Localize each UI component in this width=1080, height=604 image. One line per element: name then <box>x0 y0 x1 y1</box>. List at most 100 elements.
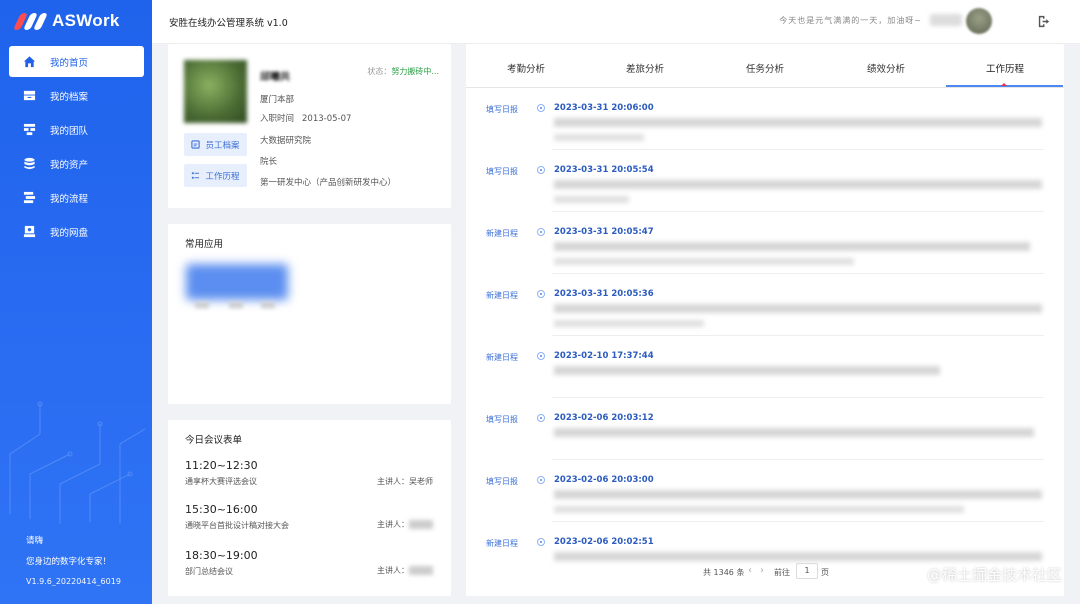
list-icon <box>192 172 200 179</box>
entry-content-blurred <box>554 134 644 141</box>
tab-work-history[interactable]: 工作历程 <box>986 61 1024 75</box>
work-history-button[interactable]: 工作历程 <box>184 164 247 187</box>
analysis-tabs: 考勤分析 差旅分析 任务分析 绩效分析 工作历程 <box>466 44 1064 88</box>
page-unit-label: 页 <box>821 568 829 577</box>
profile-card: 员工档案 工作历程 邱曦共 状态：努力搬砖中... 厦门本部 入职时间 2013-… <box>168 44 451 208</box>
entry-time: 2023-02-10 17:37:44 <box>554 351 654 361</box>
prev-page-icon[interactable]: ‹ <box>748 565 752 576</box>
analysis-panel: 考勤分析 差旅分析 任务分析 绩效分析 工作历程 填写日报 2023-03-31… <box>466 44 1064 596</box>
logout-icon[interactable] <box>1037 15 1050 28</box>
next-page-icon[interactable]: › <box>760 565 764 576</box>
apps-title: 常用应用 <box>185 239 224 250</box>
team-icon <box>23 123 36 136</box>
sidebar-item-archive[interactable]: 我的档案 <box>9 80 144 111</box>
sidebar-item-workflow[interactable]: 我的流程 <box>9 182 144 213</box>
goto-label: 前往 <box>774 568 790 577</box>
timeline-dot-icon <box>537 104 545 112</box>
meeting-speaker: 主讲人： <box>377 565 433 576</box>
entry-type[interactable]: 填写日报 <box>486 166 518 177</box>
entry-type[interactable]: 填写日报 <box>486 414 518 425</box>
active-tab-marker <box>1001 83 1007 86</box>
speaker-name-blurred <box>409 566 433 575</box>
sidebar-item-label: 我的团队 <box>50 125 89 137</box>
sidebar-item-home[interactable]: 我的首页 <box>9 46 144 77</box>
entry-time: 2023-02-06 20:02:51 <box>554 537 654 547</box>
entry-time: 2023-03-31 20:05:47 <box>554 227 654 237</box>
meeting-name[interactable]: 通享杯大赛评选会议 <box>185 476 257 487</box>
speaker-label: 主讲人： <box>377 520 409 529</box>
entry-content-blurred <box>554 304 1042 313</box>
speaker-label: 主讲人： <box>377 566 409 575</box>
entry-content-blurred <box>554 258 854 265</box>
entry-type[interactable]: 填写日报 <box>486 104 518 115</box>
archive-icon <box>23 89 36 102</box>
entry-time: 2023-02-06 20:03:00 <box>554 475 654 485</box>
profile-department: 大数据研究院 <box>260 136 312 146</box>
status-label: 状态： <box>367 67 392 76</box>
page-number-input[interactable]: 1 <box>796 563 818 579</box>
meeting-time: 18:30~19:00 <box>185 549 258 562</box>
timeline-dot-icon <box>537 228 545 236</box>
user-name-blurred[interactable] <box>930 14 962 26</box>
timeline-entry: 填写日报 2023-02-06 20:03:12 <box>466 398 1064 460</box>
speaker-name-blurred <box>409 520 433 529</box>
employee-archive-label: 员工档案 <box>205 140 240 151</box>
meeting-name[interactable]: 部门总结会议 <box>185 566 233 577</box>
work-history-label: 工作历程 <box>205 171 240 182</box>
sidebar-item-label: 我的流程 <box>50 193 89 205</box>
entry-type[interactable]: 新建日程 <box>486 228 518 239</box>
entry-type[interactable]: 新建日程 <box>486 290 518 301</box>
timeline-dot-icon <box>537 538 545 546</box>
tab-tasks[interactable]: 任务分析 <box>746 61 784 75</box>
sidebar-item-label: 我的资产 <box>50 159 89 171</box>
entry-type[interactable]: 新建日程 <box>486 352 518 363</box>
tab-attendance[interactable]: 考勤分析 <box>507 61 545 75</box>
meeting-name[interactable]: 通晓平台首批设计稿对接大会 <box>185 520 289 531</box>
app-logo[interactable]: ASWork <box>13 10 120 32</box>
entry-time: 2023-03-31 20:05:36 <box>554 289 654 299</box>
timeline-dot-icon <box>537 290 545 298</box>
user-avatar[interactable] <box>966 8 992 34</box>
logo-text: ASWork <box>52 11 120 30</box>
entry-type[interactable]: 填写日报 <box>486 476 518 487</box>
top-header: 安胜在线办公管理系统 v1.0 今天也是元气满满的一天，加油呀~ <box>152 0 1080 44</box>
cloud-drive-icon <box>23 225 36 238</box>
timeline-dot-icon <box>537 352 545 360</box>
entry-content-blurred <box>554 490 1042 499</box>
profile-status: 状态：努力搬砖中... <box>367 66 439 77</box>
entry-type[interactable]: 新建日程 <box>486 538 518 549</box>
sidebar-item-drive[interactable]: 我的网盘 <box>9 216 144 247</box>
entry-content-blurred <box>554 196 629 203</box>
timeline-entry: 填写日报 2023-03-31 20:05:54 <box>466 150 1064 212</box>
sidebar-item-label: 我的网盘 <box>50 227 89 239</box>
sidebar-decoration <box>9 401 146 524</box>
sidebar: ASWork 我的首页 我的档案 我的团队 我的资产 我的流程 我的网盘 请嗨 … <box>0 0 152 604</box>
meeting-speaker: 主讲人： <box>377 519 433 530</box>
sidebar-item-assets[interactable]: 我的资产 <box>9 148 144 179</box>
entry-time: 2023-03-31 20:06:00 <box>554 103 654 113</box>
timeline-entry: 新建日程 2023-02-10 17:37:44 <box>466 336 1064 398</box>
timeline-dot-icon <box>537 166 545 174</box>
asset-icon <box>23 157 36 170</box>
join-date: 2013-05-07 <box>302 114 352 124</box>
profile-join-date: 入职时间 2013-05-07 <box>260 112 351 124</box>
status-value: 努力搬砖中... <box>391 67 439 76</box>
tab-performance[interactable]: 绩效分析 <box>867 61 905 75</box>
sidebar-tagline: 您身边的数字化专家！ <box>26 556 112 567</box>
app-icons-blurred[interactable] <box>186 264 288 300</box>
sidebar-item-team[interactable]: 我的团队 <box>9 114 144 145</box>
entry-content-blurred <box>554 428 1034 437</box>
app-label-blurred <box>229 302 243 308</box>
app-label-blurred <box>195 302 209 308</box>
meeting-speaker: 主讲人：吴老师 <box>377 476 433 487</box>
sidebar-item-label: 我的首页 <box>50 57 89 69</box>
profile-photo <box>184 60 247 123</box>
header-slogan: 今天也是元气满满的一天，加油呀~ <box>779 16 922 25</box>
version-label: V1.9.6_20220414_6019 <box>26 577 121 586</box>
tab-travel[interactable]: 差旅分析 <box>626 61 664 75</box>
profile-name: 邱曦共 <box>260 72 290 83</box>
timeline-entry: 新建日程 2023-03-31 20:05:47 <box>466 212 1064 274</box>
entry-content-blurred <box>554 506 964 513</box>
app-label-blurred <box>261 302 275 308</box>
employee-archive-button[interactable]: 员工档案 <box>184 133 247 156</box>
